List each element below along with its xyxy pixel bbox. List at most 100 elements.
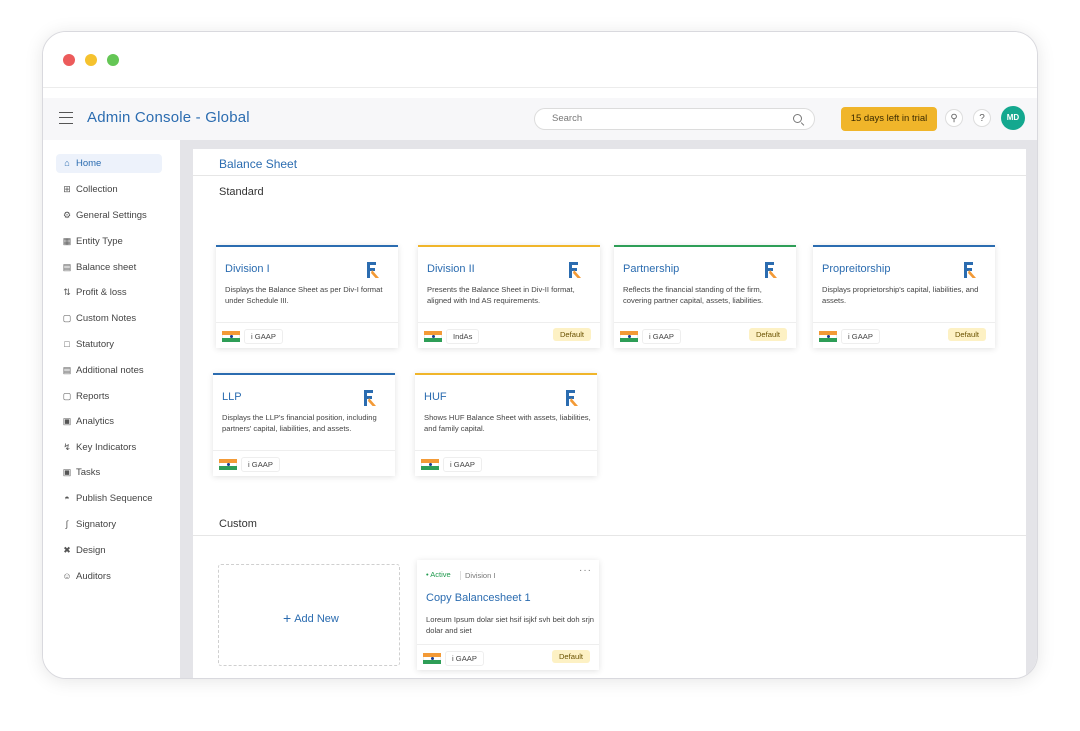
card-huf[interactable]: HUF Shows HUF Balance Sheet with assets,… — [415, 373, 597, 476]
minimize-window-button[interactable] — [85, 54, 97, 66]
default-badge: Default — [551, 650, 590, 663]
status-badge: • Active — [426, 570, 451, 579]
publish-icon: ◓ — [64, 493, 70, 503]
sidebar-item-general-settings[interactable]: ⚙ General Settings — [56, 206, 162, 225]
custom-card-copy-balancesheet[interactable]: • Active Division I ··· Copy Balanceshee… — [417, 560, 599, 670]
card-description: Displays the LLP's financial position, i… — [222, 413, 377, 433]
division-tag: Division I — [460, 571, 495, 580]
fr-logo-icon — [367, 262, 379, 278]
sidebar-item-balance-sheet[interactable]: ▤ Balance sheet — [56, 258, 162, 277]
card-title: Division I — [225, 263, 270, 275]
sidebar-item-reports[interactable]: ▢ Reports — [56, 387, 162, 406]
trial-badge[interactable]: 15 days left in trial — [841, 107, 937, 131]
building-icon: ▦ — [62, 236, 72, 246]
divider — [193, 175, 1026, 176]
sidebar-item-auditors[interactable]: ☺ Auditors — [56, 567, 162, 586]
card-footer: i GAAP — [213, 450, 395, 476]
grid-icon: ⊞ — [63, 184, 71, 194]
india-flag-icon — [819, 331, 837, 342]
card-footer: i GAAP — [415, 450, 597, 476]
card-description: Loreum Ipsum dolar siet hsif isjkf svh b… — [426, 615, 594, 635]
fr-logo-icon — [566, 390, 578, 406]
india-flag-icon — [421, 459, 439, 470]
card-footer: i GAAP Default — [813, 322, 995, 348]
sidebar-item-analytics[interactable]: ▣ Analytics — [56, 412, 162, 431]
app-header: Admin Console - Global 15 days left in t… — [43, 98, 1037, 140]
user-icon: ☺ — [62, 571, 72, 581]
main-panel: Balance Sheet Standard Division I Displa… — [193, 149, 1026, 678]
india-flag-icon — [620, 331, 638, 342]
card-title: Propreitorship — [822, 263, 891, 275]
sidebar-item-key-indicators[interactable]: ↯ Key Indicators — [56, 438, 162, 457]
search-icon[interactable] — [793, 114, 802, 123]
section-standard-label: Standard — [219, 186, 264, 198]
card-division-1[interactable]: Division I Displays the Balance Sheet as… — [216, 245, 398, 348]
card-partnership[interactable]: Partnership Reflects the financial stand… — [614, 245, 796, 348]
add-new-button[interactable]: + Add New — [218, 564, 400, 666]
app-title: Admin Console - Global — [87, 109, 250, 126]
report-icon: ▢ — [62, 391, 72, 401]
chart-icon: ▣ — [62, 416, 72, 426]
card-propreitorship[interactable]: Propreitorship Displays proprietorship's… — [813, 245, 995, 348]
sidebar-item-signatory[interactable]: ∫ Signatory — [56, 515, 162, 534]
tasks-icon: ▣ — [62, 467, 72, 477]
more-options-icon[interactable]: ··· — [579, 565, 592, 576]
india-flag-icon — [424, 331, 442, 342]
add-new-label: Add New — [294, 613, 339, 625]
card-description: Reflects the financial standing of the f… — [623, 285, 764, 305]
sidebar-item-statutory[interactable]: □ Statutory — [56, 335, 162, 354]
gaap-tag: IndAs — [446, 329, 480, 344]
avatar[interactable]: MD — [1001, 106, 1025, 130]
fr-logo-icon — [765, 262, 777, 278]
indicator-icon: ↯ — [63, 442, 71, 452]
sidebar-item-home[interactable]: ⌂ Home — [56, 154, 162, 173]
section-custom-label: Custom — [219, 518, 257, 530]
sidebar-item-collection[interactable]: ⊞ Collection — [56, 180, 162, 199]
sidebar-item-design[interactable]: ✖ Design — [56, 541, 162, 560]
bell-icon[interactable]: ⚲ — [945, 109, 963, 127]
close-window-button[interactable] — [63, 54, 75, 66]
card-description: Shows HUF Balance Sheet with assets, lia… — [424, 413, 591, 433]
india-flag-icon — [222, 331, 240, 342]
card-llp[interactable]: LLP Displays the LLP's financial positio… — [213, 373, 395, 476]
note-icon: ▢ — [62, 313, 72, 323]
menu-icon[interactable] — [59, 112, 73, 124]
gaap-tag: i GAAP — [445, 651, 484, 666]
gaap-tag: i GAAP — [642, 329, 681, 344]
default-badge: Default — [552, 328, 591, 341]
default-badge: Default — [748, 328, 787, 341]
document-icon: □ — [64, 339, 70, 349]
sidebar-item-profit-loss[interactable]: ⇅ Profit & loss — [56, 283, 162, 302]
search-box[interactable] — [534, 108, 815, 130]
signature-icon: ∫ — [65, 519, 69, 529]
fr-logo-icon — [964, 262, 976, 278]
gaap-tag: i GAAP — [244, 329, 283, 344]
design-icon: ✖ — [63, 545, 71, 555]
window-titlebar — [43, 32, 1037, 88]
arrows-icon: ⇅ — [63, 287, 71, 297]
card-footer: i GAAP Default — [417, 644, 599, 670]
fr-logo-icon — [364, 390, 376, 406]
home-icon: ⌂ — [64, 158, 70, 168]
india-flag-icon — [423, 653, 441, 664]
sidebar-item-publish-sequence[interactable]: ◓ Publish Sequence — [56, 489, 162, 508]
search-input[interactable] — [552, 113, 772, 124]
card-description: Displays the Balance Sheet as per Div-I … — [225, 285, 383, 305]
card-title: Division II — [427, 263, 475, 275]
app-window: Admin Console - Global 15 days left in t… — [42, 31, 1038, 679]
gaap-tag: i GAAP — [443, 457, 482, 472]
gaap-tag: i GAAP — [241, 457, 280, 472]
sidebar-item-additional-notes[interactable]: ▤ Additional notes — [56, 361, 162, 380]
maximize-window-button[interactable] — [107, 54, 119, 66]
sidebar-item-entity-type[interactable]: ▦ Entity Type — [56, 232, 162, 251]
card-title: HUF — [424, 391, 447, 403]
card-footer: i GAAP — [216, 322, 398, 348]
card-title: LLP — [222, 391, 242, 403]
card-division-2[interactable]: Division II Presents the Balance Sheet i… — [418, 245, 600, 348]
help-icon[interactable]: ? — [973, 109, 991, 127]
sidebar-item-custom-notes[interactable]: ▢ Custom Notes — [56, 309, 162, 328]
india-flag-icon — [219, 459, 237, 470]
card-footer: IndAs Default — [418, 322, 600, 348]
plus-icon: + — [283, 610, 292, 626]
sidebar-item-tasks[interactable]: ▣ Tasks — [56, 463, 162, 482]
